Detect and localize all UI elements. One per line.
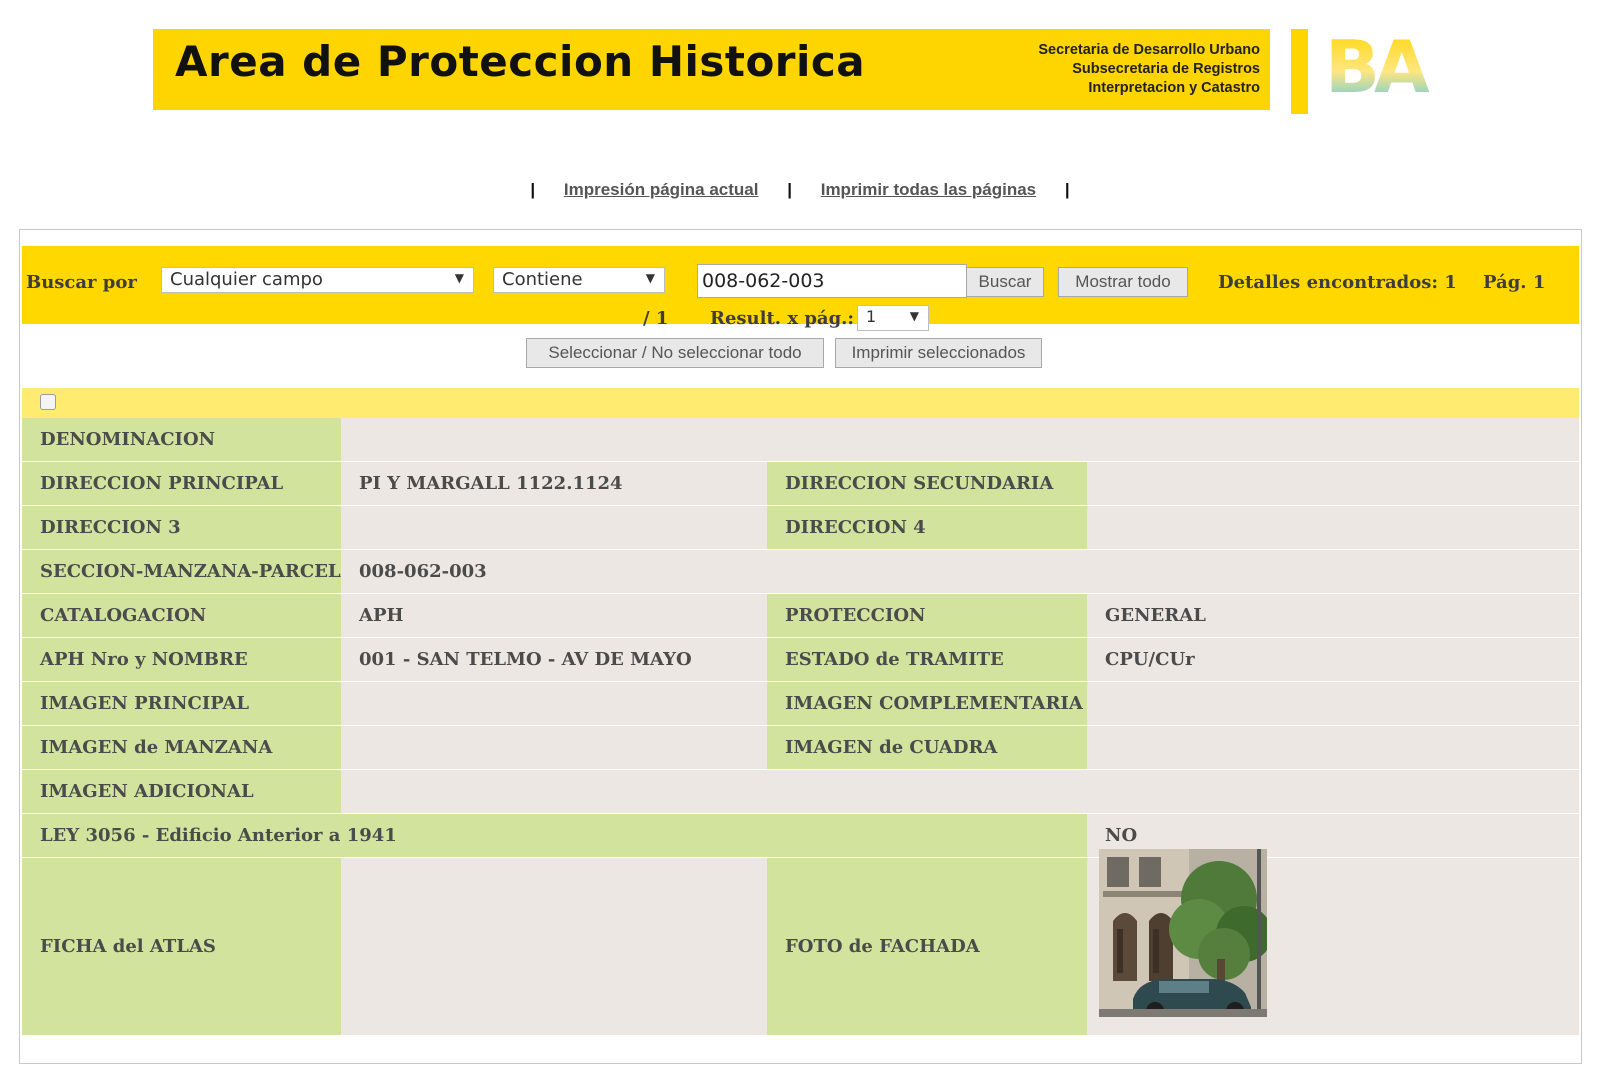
page-title: Area de Proteccion Historica [175,37,866,86]
imagen-principal-value [341,682,767,725]
denominacion-label: DENOMINACION [22,418,341,461]
per-page-select[interactable]: 1 ▼ [857,305,929,331]
search-by-label: Buscar por [26,272,137,293]
catalogacion-value: APH [341,594,767,637]
print-links: | Impresión página actual | Imprimir tod… [0,180,1600,200]
per-page-value: 1 [866,307,877,326]
table-row: IMAGEN PRINCIPAL IMAGEN COMPLEMENTARIA [22,682,1579,725]
table-row: APH Nro y NOMBRE 001 - SAN TELMO - AV DE… [22,638,1579,681]
record-checkbox[interactable] [40,394,56,410]
show-all-button[interactable]: Mostrar todo [1058,267,1188,297]
record-select-row [22,388,1579,418]
direccion-4-value [1087,506,1579,549]
proteccion-value: GENERAL [1087,594,1579,637]
smp-label: SECCION-MANZANA-PARCELA [22,550,355,593]
direccion-4-label: DIRECCION 4 [767,506,1087,549]
direccion-principal-value: PI Y MARGALL 1122.1124 [341,462,767,505]
search-input[interactable] [697,264,967,298]
header-banner: Area de Proteccion Historica Secretaria … [153,29,1270,110]
facade-photo[interactable] [1099,849,1267,1017]
search-bar: Buscar por Cualquier campo ▼ Contiene ▼ … [22,246,1579,331]
imagen-adicional-value [341,770,1579,813]
chevron-down-icon: ▼ [454,271,464,285]
operator-select-value: Contiene [502,269,583,290]
ley-3056-label: LEY 3056 - Edificio Anterior a 1941 [22,814,1087,857]
print-all-pages-link[interactable]: Imprimir todas las páginas [821,180,1036,199]
direccion-3-value [341,506,767,549]
operator-select[interactable]: Contiene ▼ [493,267,665,293]
estado-tramite-label: ESTADO de TRAMITE [767,638,1087,681]
table-row: SECCION-MANZANA-PARCELA 008-062-003 [22,550,1579,593]
table-row: DENOMINACION [22,418,1579,461]
imagen-cuadra-label: IMAGEN de CUADRA [767,726,1087,769]
ba-logo: BA [1325,36,1436,98]
chevron-down-icon: ▼ [909,309,919,323]
select-all-toggle-button[interactable]: Seleccionar / No seleccionar todo [526,338,824,368]
ba-logo-text: BA [1325,36,1430,98]
aph-value: 001 - SAN TELMO - AV DE MAYO [341,638,767,681]
direccion-3-label: DIRECCION 3 [22,506,341,549]
foto-fachada-label: FOTO de FACHADA [767,858,1087,1035]
denominacion-value [341,418,1579,461]
subtitle-line: Secretaria de Desarrollo Urbano [1038,42,1260,58]
table-row: CATALOGACION APH PROTECCION GENERAL [22,594,1579,637]
separator: | [530,180,536,199]
imagen-complementaria-label: IMAGEN COMPLEMENTARIA [767,682,1087,725]
print-selected-button[interactable]: Imprimir seleccionados [835,338,1042,368]
subtitle-line: Subsecretaria de Registros [1072,61,1260,77]
proteccion-label: PROTECCION [767,594,1087,637]
direccion-secundaria-value [1087,462,1579,505]
header-divider-bar [1291,29,1308,114]
results-panel: Buscar por Cualquier campo ▼ Contiene ▼ … [19,229,1582,1064]
chevron-down-icon: ▼ [645,271,655,285]
imagen-complementaria-value [1087,682,1579,725]
search-button[interactable]: Buscar [966,267,1044,297]
aph-label: APH Nro y NOMBRE [22,638,341,681]
separator: | [787,180,792,199]
imagen-cuadra-value [1087,726,1579,769]
imagen-principal-label: IMAGEN PRINCIPAL [22,682,341,725]
table-row: IMAGEN ADICIONAL [22,770,1579,813]
found-count: Detalles encontrados: 1 [1218,272,1457,293]
ficha-atlas-value [341,858,767,1035]
header-subtitle: Secretaria de Desarrollo Urbano Subsecre… [1038,41,1260,98]
page-total: / 1 [643,308,669,329]
ficha-atlas-label: FICHA del ATLAS [22,858,341,1035]
direccion-secundaria-label: DIRECCION SECUNDARIA [767,462,1087,505]
estado-tramite-value: CPU/CUr [1087,638,1579,681]
field-select[interactable]: Cualquier campo ▼ [161,267,474,293]
direccion-principal-label: DIRECCION PRINCIPAL [22,462,341,505]
imagen-manzana-value [341,726,767,769]
catalogacion-label: CATALOGACION [22,594,341,637]
per-page-label: Result. x pág.: [710,308,855,329]
table-row: IMAGEN de MANZANA IMAGEN de CUADRA [22,726,1579,769]
table-row: DIRECCION 3 DIRECCION 4 [22,506,1579,549]
imagen-manzana-label: IMAGEN de MANZANA [22,726,341,769]
imagen-adicional-label: IMAGEN ADICIONAL [22,770,341,813]
subtitle-line: Interpretacion y Catastro [1088,80,1260,96]
field-select-value: Cualquier campo [170,269,323,290]
smp-value: 008-062-003 [341,550,1579,593]
table-row: LEY 3056 - Edificio Anterior a 1941 NO [22,814,1579,857]
table-row: FICHA del ATLAS FOTO de FACHADA [22,858,1579,1035]
table-row: DIRECCION PRINCIPAL PI Y MARGALL 1122.11… [22,462,1579,505]
page-indicator: Pág. 1 [1483,272,1546,293]
print-current-page-link[interactable]: Impresión página actual [564,180,759,199]
separator: | [1064,180,1070,199]
